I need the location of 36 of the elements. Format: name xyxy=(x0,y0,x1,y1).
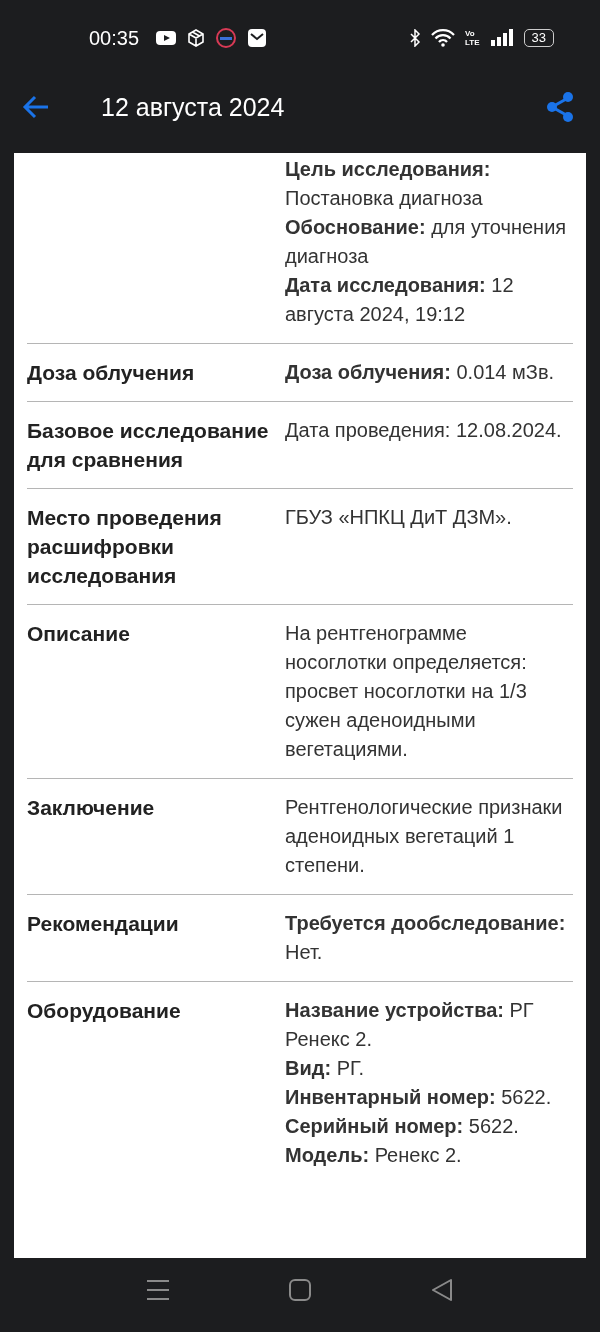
battery-indicator: 33 xyxy=(523,29,554,47)
field-value: На рентгенограмме носоглотки определяется: просвет носоглотки на 1/3 сужен аденоидными вегетациями. xyxy=(285,621,528,762)
field-value: Инвентарный номер: 5622. xyxy=(285,1085,553,1110)
field-value: Модель: Ренекс 2. xyxy=(285,1143,463,1168)
video-app-icon xyxy=(155,30,178,46)
field-value: Название устройства: РГ Ренекс 2. xyxy=(285,998,535,1052)
back-button-icon[interactable] xyxy=(431,1279,453,1301)
wifi-icon xyxy=(431,29,455,47)
field-value: Обоснование: для уточнения диагноза xyxy=(285,215,568,269)
field-label: Описание xyxy=(27,622,130,645)
field-value: Доза облучения: 0.014 мЗв. xyxy=(285,360,556,385)
field-value: Вид: РГ. xyxy=(285,1056,365,1081)
field-label: Место проведения расшифровки исследования xyxy=(27,506,222,587)
page-title: 12 августа 2024 xyxy=(101,92,285,122)
share-icon[interactable] xyxy=(546,92,574,122)
status-time: 00:35 xyxy=(89,26,140,50)
volte-indicator: Vo LTE xyxy=(465,29,480,47)
package-icon xyxy=(187,29,206,47)
field-label: Рекомендации xyxy=(27,912,179,935)
menu-icon[interactable] xyxy=(147,1279,169,1301)
field-label: Заключение xyxy=(27,796,155,819)
back-arrow-icon[interactable] xyxy=(22,95,50,119)
mail-icon xyxy=(247,28,268,48)
home-button-icon[interactable] xyxy=(289,1279,311,1301)
field-value: Рентгенологические признаки аденоидных вегетаций 1 степени. xyxy=(285,795,564,878)
signal-icon xyxy=(489,29,514,47)
field-value: Серийный номер: 5622. xyxy=(285,1114,520,1139)
bluetooth-icon xyxy=(409,29,421,47)
app-logo-icon xyxy=(215,27,238,49)
field-value: ГБУЗ «НПКЦ ДиТ ДЗМ». xyxy=(285,505,513,530)
field-value: Дата проведения: 12.08.2024. xyxy=(285,418,563,443)
field-value: Дата исследования: 12 августа 2024, 19:12 xyxy=(285,273,515,327)
field-value: Требуется дообследование: Нет. xyxy=(285,911,567,965)
field-label: Доза облучения xyxy=(27,361,195,384)
field-label: Базовое исследование для сравнения xyxy=(27,419,269,471)
field-label: Оборудование xyxy=(27,999,181,1022)
